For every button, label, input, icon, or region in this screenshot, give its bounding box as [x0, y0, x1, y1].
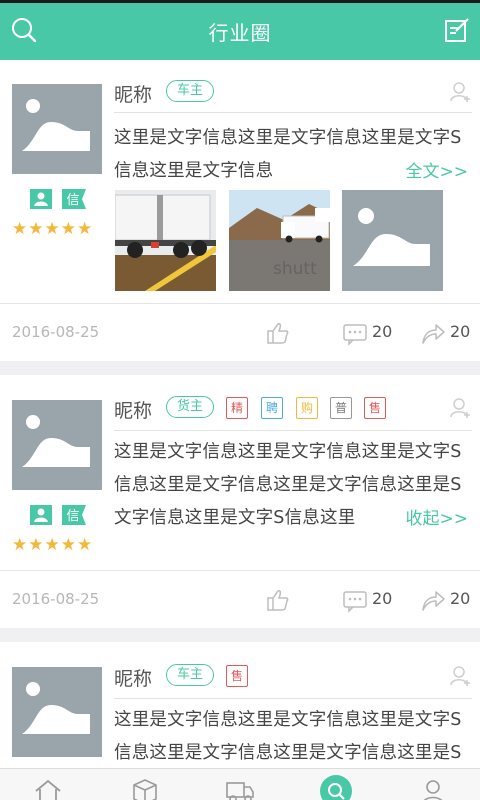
avatar[interactable]	[12, 667, 102, 757]
full-text-link[interactable]: 全文>>	[406, 157, 469, 182]
comment-count: 20	[372, 322, 393, 341]
svg-text:shutt: shutt	[273, 259, 317, 279]
tag-selling: 售	[226, 665, 248, 687]
photo-trucks-desert[interactable]: shutt	[229, 190, 330, 291]
avatar[interactable]	[12, 84, 102, 174]
tag-hiring: 聘	[261, 397, 283, 419]
person-badge-icon: 信	[30, 189, 86, 209]
like-icon[interactable]	[265, 587, 291, 613]
divider	[114, 698, 472, 699]
page-title: 行业圈	[208, 21, 272, 45]
compose-icon[interactable]	[442, 16, 472, 46]
photo-truck[interactable]	[115, 190, 216, 291]
rating-stars: ★★★★★	[12, 219, 94, 239]
post-footer: 2016-08-25 20 20	[0, 303, 480, 361]
svg-text:信: 信	[66, 509, 79, 524]
photo-truck-image	[115, 190, 216, 291]
tag-normal: 普	[330, 397, 352, 419]
circle-search-icon[interactable]	[320, 775, 352, 800]
tag-selling: 售	[364, 397, 386, 419]
role-badge: 车主	[166, 80, 215, 102]
avatar[interactable]	[12, 400, 102, 490]
badge-group: 信	[30, 505, 90, 525]
post-date: 2016-08-25	[12, 323, 100, 341]
nickname: 昵称	[114, 400, 153, 422]
like-icon[interactable]	[265, 320, 291, 346]
role-badge: 货主	[166, 396, 215, 418]
post-card: 信 ★★★★★ 昵称 货主 精 聘 购 普 售 这里是文字信息这里是文字信息这里…	[0, 375, 480, 628]
top-bar: 行业圈	[0, 0, 480, 60]
post-date: 2016-08-25	[12, 590, 100, 608]
share-count: 20	[450, 322, 471, 341]
nickname: 昵称	[114, 668, 153, 690]
comment-icon[interactable]	[342, 587, 368, 613]
comment-icon[interactable]	[342, 320, 368, 346]
bottom-tab-bar	[0, 768, 480, 800]
post-text: 这里是文字信息这里是文字信息这里是文字S信息这里是文字信息这里是文字信息这里是S	[114, 710, 462, 763]
share-count: 20	[450, 589, 471, 608]
tag-featured: 精	[226, 397, 248, 419]
badge-group: 信	[30, 189, 90, 209]
package-icon[interactable]	[130, 777, 160, 800]
tag-buying: 购	[296, 397, 318, 419]
profile-icon[interactable]	[418, 777, 448, 800]
nickname: 昵称	[114, 84, 153, 106]
app-root: 行业圈 信 ★★★★★ 昵称 车主 这里是文字信息这里是文字信息这里是文字S信息…	[0, 0, 480, 800]
post-card: 信 ★★★★★ 昵称 车主 这里是文字信息这里是文字信息这里是文字S信息这里是文…	[0, 60, 480, 361]
photo-desert-image: shutt	[229, 190, 330, 291]
svg-text:信: 信	[66, 193, 79, 208]
image-placeholder-icon	[342, 190, 443, 291]
role-badge: 车主	[166, 664, 215, 686]
share-icon[interactable]	[420, 587, 446, 613]
photo-placeholder[interactable]	[342, 190, 443, 291]
rating-stars: ★★★★★	[12, 535, 94, 555]
post-card: 昵称 车主 售 这里是文字信息这里是文字信息这里是文字S信息这里是文字信息这里是…	[0, 642, 480, 768]
comment-count: 20	[372, 589, 393, 608]
add-friend-icon[interactable]	[448, 80, 472, 104]
add-friend-icon[interactable]	[448, 664, 472, 688]
add-friend-icon[interactable]	[448, 396, 472, 420]
truck-icon[interactable]	[225, 777, 255, 800]
image-placeholder-icon	[12, 667, 102, 757]
image-placeholder-icon	[12, 84, 102, 174]
share-icon[interactable]	[420, 320, 446, 346]
divider	[114, 430, 472, 431]
collapse-link[interactable]: 收起>>	[406, 504, 469, 529]
image-placeholder-icon	[12, 400, 102, 490]
person-badge-icon: 信	[30, 505, 86, 525]
divider	[114, 112, 472, 113]
post-footer: 2016-08-25 20 20	[0, 570, 480, 628]
home-icon[interactable]	[33, 777, 63, 800]
